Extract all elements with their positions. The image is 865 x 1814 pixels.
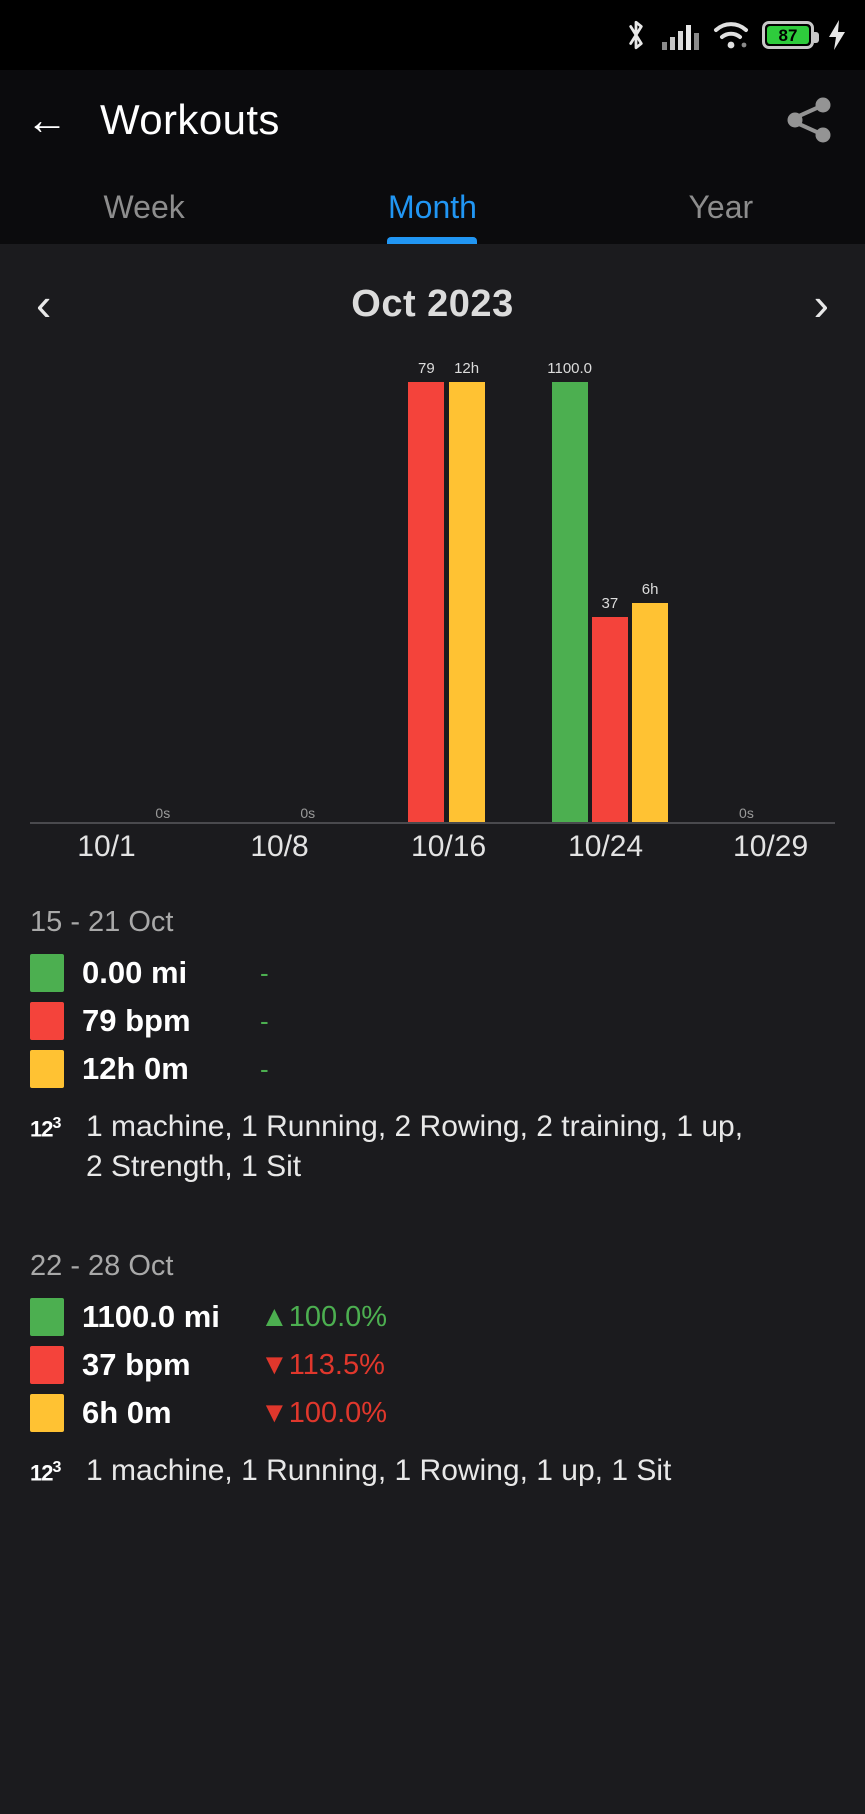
- x-axis-line: [30, 822, 835, 824]
- previous-month-button[interactable]: ‹: [36, 281, 76, 327]
- share-icon: [787, 97, 831, 143]
- count-123-icon: 123: [30, 1115, 61, 1142]
- chart-bar-label: 1100.0: [547, 360, 593, 377]
- metric-color-swatch: [30, 1050, 64, 1088]
- share-button[interactable]: [779, 90, 839, 150]
- chart-bar[interactable]: 79: [408, 360, 445, 824]
- summary-block: 15 - 21 Oct 0.00 mi - 79 bpm - 12h 0m - 123 1 ma…: [30, 906, 835, 1186]
- wifi-icon: [713, 20, 749, 50]
- metric-row: 1100.0 mi ▲100.0%: [30, 1293, 835, 1341]
- workout-bar-chart: 79 12h 1100.0 37 6h 0s 0s 0s 10/1 10/8 10/16 10/24…: [30, 360, 835, 872]
- tab-week[interactable]: Week: [0, 170, 288, 244]
- chart-bar[interactable]: 1100.0: [547, 360, 592, 824]
- chart-bar[interactable]: 12h: [448, 360, 485, 824]
- x-axis-tick: 10/29: [733, 830, 809, 863]
- chart-bar-label: 79: [418, 360, 435, 377]
- chart-plot-area: 79 12h 1100.0 37 6h 0s 0s 0s: [30, 360, 835, 824]
- activity-row: 123 1 machine, 1 Running, 1 Rowing, 1 up,…: [30, 1451, 835, 1491]
- metric-delta: ▼100.0%: [260, 1396, 388, 1429]
- chart-bar-label: 37: [601, 595, 619, 613]
- tab-month[interactable]: Month: [288, 170, 576, 244]
- charging-bolt-icon: [827, 19, 847, 51]
- chart-zero-label: 0s: [155, 805, 171, 821]
- summary-block: 22 - 28 Oct 1100.0 mi ▲100.0% 37 bpm ▼113.5%…: [30, 1250, 835, 1491]
- metric-value: 37 bpm: [82, 1347, 191, 1383]
- battery-icon: 87: [762, 21, 819, 49]
- summary-date-range: 22 - 28 Oct: [30, 1250, 174, 1283]
- x-axis-tick: 10/8: [250, 830, 309, 863]
- x-axis-tick: 10/16: [411, 830, 487, 863]
- metric-delta: ▲100.0%: [260, 1300, 388, 1333]
- metric-delta: -: [260, 957, 269, 988]
- metric-row: 12h 0m -: [30, 1045, 835, 1093]
- metric-row: 37 bpm ▼113.5%: [30, 1341, 835, 1389]
- metric-value: 0.00 mi: [82, 955, 188, 990]
- chart-bar[interactable]: 37: [591, 595, 628, 824]
- cellular-signal-icon: [662, 20, 700, 50]
- metric-color-swatch: [30, 954, 64, 992]
- status-bar: 87: [0, 0, 865, 70]
- metric-delta: -: [260, 1053, 269, 1084]
- x-axis-tick: 10/24: [568, 830, 644, 863]
- metric-value: 79 bpm: [82, 1003, 191, 1038]
- next-month-button[interactable]: ›: [789, 281, 829, 327]
- chart-zero-label: 0s: [300, 805, 316, 821]
- tab-year[interactable]: Year: [577, 170, 865, 244]
- activity-row: 123 1 machine, 1 Running, 2 Rowing, 2 tra…: [30, 1107, 835, 1186]
- count-123-icon: 123: [30, 1459, 61, 1486]
- metric-color-swatch: [30, 1002, 64, 1040]
- metric-value: 6h 0m: [82, 1395, 172, 1431]
- activity-breakdown-text: 1 machine, 1 Running, 1 Rowing, 1 up, 1 …: [86, 1454, 672, 1488]
- month-navigator: ‹ Oct 2023 ›: [0, 244, 865, 364]
- metric-value: 12h 0m: [82, 1051, 189, 1086]
- chart-bar-label: 12h: [454, 360, 480, 377]
- chart-bar[interactable]: 6h: [632, 581, 669, 824]
- metric-color-swatch: [30, 1298, 64, 1337]
- app-bar: ← Workouts: [0, 70, 865, 170]
- metric-row: 6h 0m ▼100.0%: [30, 1389, 835, 1437]
- weekly-summaries: 15 - 21 Oct 0.00 mi - 79 bpm - 12h 0m - 123 1 ma…: [0, 872, 865, 1491]
- bluetooth-icon: [623, 18, 649, 52]
- x-axis-tick-labels: 10/1 10/8 10/16 10/24 10/29: [30, 826, 835, 872]
- x-axis-tick: 10/1: [77, 830, 136, 863]
- metric-delta: ▼113.5%: [260, 1348, 385, 1381]
- chart-zero-label: 0s: [739, 805, 754, 821]
- current-month-label: Oct 2023: [351, 282, 514, 325]
- chart-bar-label: 6h: [641, 581, 659, 598]
- metric-value: 1100.0 mi: [82, 1299, 220, 1335]
- metric-row: 79 bpm -: [30, 997, 835, 1045]
- metric-color-swatch: [30, 1394, 64, 1433]
- back-button[interactable]: ←: [26, 99, 82, 141]
- page-title: Workouts: [100, 96, 280, 143]
- activity-breakdown-text: 1 machine, 1 Running, 2 Rowing, 2 traini…: [86, 1110, 744, 1183]
- metric-row: 0.00 mi -: [30, 949, 835, 997]
- metric-delta: -: [260, 1005, 269, 1036]
- battery-percent: 87: [778, 25, 798, 45]
- period-tabs: Week Month Year: [0, 170, 865, 244]
- summary-date-range: 15 - 21 Oct: [30, 906, 174, 938]
- metric-color-swatch: [30, 1346, 64, 1385]
